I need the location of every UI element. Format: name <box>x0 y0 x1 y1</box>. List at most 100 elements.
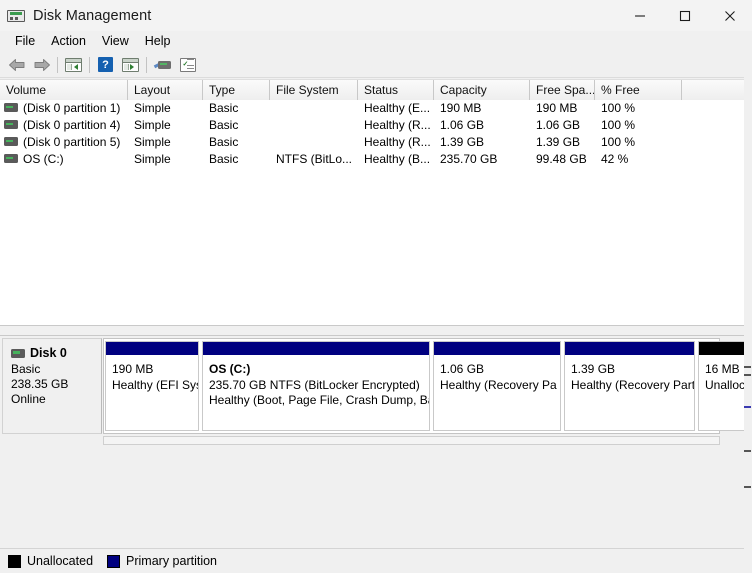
title-bar: Disk Management <box>0 0 752 31</box>
cell-layout: Simple <box>128 133 203 150</box>
menu-view[interactable]: View <box>94 32 137 51</box>
close-button[interactable] <box>707 0 752 31</box>
cell-free-space: 190 MB <box>530 99 595 116</box>
toolbar-separator-3 <box>146 57 147 73</box>
column-header-extra[interactable] <box>682 80 747 100</box>
partition-status: Unalloc <box>705 378 742 394</box>
show-hide-console-tree-button[interactable] <box>61 54 86 76</box>
partition-color-bar <box>106 342 198 356</box>
partition-status: Healthy (Recovery Part <box>571 378 689 394</box>
help-icon: ? <box>98 57 113 72</box>
column-header-capacity[interactable]: Capacity <box>434 80 530 100</box>
partition-block[interactable]: OS (C:) 235.70 GB NTFS (BitLocker Encryp… <box>202 341 430 431</box>
cell-volume-text: (Disk 0 partition 4) <box>23 118 120 132</box>
forward-button[interactable] <box>29 54 54 76</box>
cell-volume-text: (Disk 0 partition 5) <box>23 135 120 149</box>
maximize-icon <box>679 10 691 22</box>
partition-label: OS (C:) <box>209 362 424 378</box>
column-header-free-space[interactable]: Free Spa... <box>530 80 595 100</box>
column-header-file-system[interactable]: File System <box>270 80 358 100</box>
volume-drive-icon <box>4 137 18 146</box>
rescan-disks-button[interactable] <box>150 54 175 76</box>
rescan-disks-icon <box>154 59 172 71</box>
table-row[interactable]: OS (C:) Simple Basic NTFS (BitLo... Heal… <box>0 150 752 167</box>
disk-name: Disk 0 <box>30 346 67 360</box>
table-row[interactable]: (Disk 0 partition 5) Simple Basic Health… <box>0 133 752 150</box>
cell-capacity: 1.39 GB <box>434 133 530 150</box>
column-header-percent-free[interactable]: % Free <box>595 80 682 100</box>
column-header-layout[interactable]: Layout <box>128 80 203 100</box>
cell-percent-free: 100 % <box>595 133 682 150</box>
column-header-type[interactable]: Type <box>203 80 270 100</box>
disk-info-panel[interactable]: Disk 0 Basic 238.35 GB Online <box>2 338 102 434</box>
menu-action[interactable]: Action <box>43 32 94 51</box>
column-header-status[interactable]: Status <box>358 80 434 100</box>
cell-type: Basic <box>203 133 270 150</box>
disk-title: Disk 0 <box>11 346 101 360</box>
pane-splitter[interactable] <box>0 325 752 336</box>
disk-drive-icon <box>11 349 25 358</box>
help-button[interactable]: ? <box>93 54 118 76</box>
cell-capacity: 190 MB <box>434 99 530 116</box>
partition-block-unallocated[interactable]: 16 MB Unalloc <box>698 341 748 431</box>
primary-partition-swatch-icon <box>107 555 120 568</box>
cell-volume-text: OS (C:) <box>23 152 64 166</box>
cell-volume-text: (Disk 0 partition 1) <box>23 101 120 115</box>
legend-label: Unallocated <box>27 554 93 568</box>
cell-volume: (Disk 0 partition 5) <box>0 133 128 150</box>
properties-button[interactable]: ✓ <box>175 54 200 76</box>
partition-block[interactable]: 1.39 GB Healthy (Recovery Part <box>564 341 695 431</box>
partition-text: 190 MB Healthy (EFI Sys <box>106 356 198 393</box>
cell-status: Healthy (R... <box>358 116 434 133</box>
legend-bar: Unallocated Primary partition <box>0 548 752 573</box>
forward-icon <box>33 58 51 72</box>
cell-free-space: 1.06 GB <box>530 116 595 133</box>
partition-block[interactable]: 1.06 GB Healthy (Recovery Pa <box>433 341 561 431</box>
cell-type: Basic <box>203 116 270 133</box>
volume-list-rows: (Disk 0 partition 1) Simple Basic Health… <box>0 99 752 167</box>
partition-text: 1.06 GB Healthy (Recovery Pa <box>434 356 560 393</box>
cell-layout: Simple <box>128 116 203 133</box>
volume-drive-icon <box>4 120 18 129</box>
minimize-button[interactable] <box>617 0 662 31</box>
menu-help[interactable]: Help <box>137 32 179 51</box>
volume-list-header: Volume Layout Type File System Status Ca… <box>0 79 752 99</box>
back-button[interactable] <box>4 54 29 76</box>
edge-mark-2 <box>744 374 751 376</box>
partition-size: 1.39 GB <box>571 362 689 378</box>
show-hide-action-pane-button[interactable] <box>118 54 143 76</box>
unallocated-swatch-icon <box>8 555 21 568</box>
cell-layout: Simple <box>128 150 203 167</box>
partition-size: 1.06 GB <box>440 362 555 378</box>
table-row[interactable]: (Disk 0 partition 1) Simple Basic Health… <box>0 99 752 116</box>
partition-color-bar <box>434 342 560 356</box>
edge-mark-4 <box>744 450 751 452</box>
cell-file-system <box>270 133 358 150</box>
show-hide-action-pane-icon <box>122 58 139 72</box>
menu-file[interactable]: File <box>7 32 43 51</box>
edge-mark-5 <box>744 486 751 488</box>
column-header-volume[interactable]: Volume <box>0 80 128 100</box>
cell-capacity: 235.70 GB <box>434 150 530 167</box>
toolbar-separator-1 <box>57 57 58 73</box>
menu-bar: File Action View Help <box>0 31 752 52</box>
window-title: Disk Management <box>33 8 151 24</box>
partition-text: 16 MB Unalloc <box>699 356 747 393</box>
table-row[interactable]: (Disk 0 partition 4) Simple Basic Health… <box>0 116 752 133</box>
disk-type: Basic <box>11 362 101 377</box>
partition-status: Healthy (Boot, Page File, Crash Dump, Ba <box>209 393 424 409</box>
disk-pane-horizontal-scrollbar[interactable] <box>103 436 720 445</box>
maximize-button[interactable] <box>662 0 707 31</box>
partition-size: 16 MB <box>705 362 742 378</box>
partition-color-bar <box>565 342 694 356</box>
cell-volume: OS (C:) <box>0 150 128 167</box>
partition-block[interactable]: 190 MB Healthy (EFI Sys <box>105 341 199 431</box>
window-right-edge <box>744 31 752 573</box>
volume-drive-icon <box>4 103 18 112</box>
disk-management-window: Disk Management File Action <box>0 0 752 573</box>
cell-percent-free: 100 % <box>595 99 682 116</box>
cell-layout: Simple <box>128 99 203 116</box>
cell-file-system <box>270 99 358 116</box>
volume-drive-icon <box>4 154 18 163</box>
cell-percent-free: 42 % <box>595 150 682 167</box>
